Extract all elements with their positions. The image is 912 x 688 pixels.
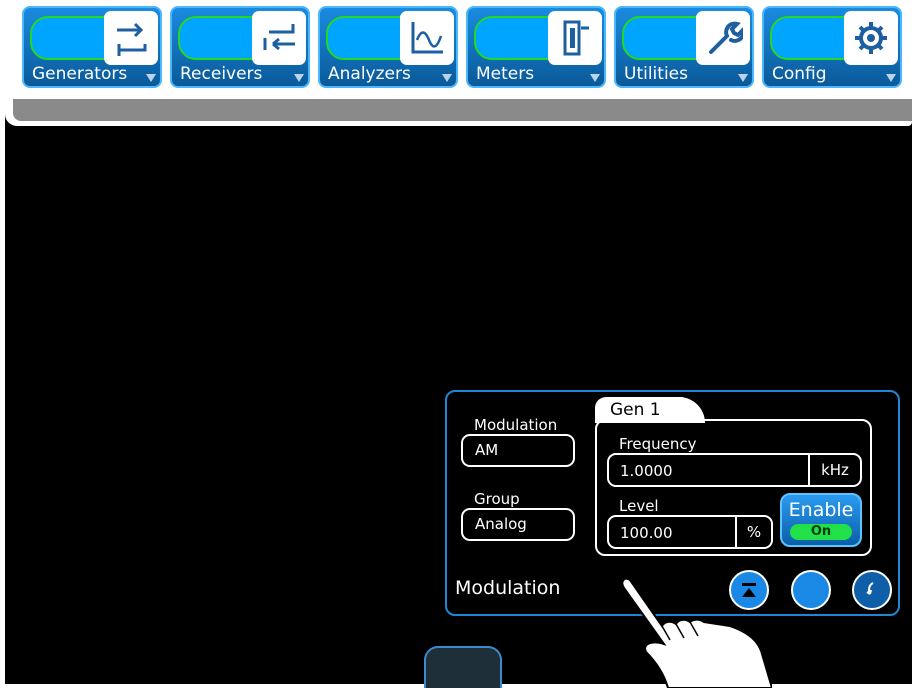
tab-label: Meters xyxy=(476,64,535,84)
bottom-drawer-tab[interactable] xyxy=(424,646,502,688)
wrench-icon xyxy=(696,11,750,65)
group-select[interactable]: Analog xyxy=(461,508,575,541)
chevron-down-icon xyxy=(146,74,156,82)
enable-toggle-button[interactable]: Enable On xyxy=(780,493,862,547)
enable-state-indicator: On xyxy=(790,524,852,540)
waveform-graph-icon xyxy=(400,11,454,65)
frequency-field[interactable]: 1.0000 kHz xyxy=(607,453,862,487)
meter-icon xyxy=(548,11,602,65)
modulation-type-select[interactable]: AM xyxy=(461,434,575,467)
gear-icon xyxy=(844,11,898,65)
tab-gen-1[interactable]: Gen 1 xyxy=(595,397,705,423)
chevron-down-icon xyxy=(442,74,452,82)
gen-tab-label: Gen 1 xyxy=(610,400,661,420)
top-menu-status-strip xyxy=(13,99,912,121)
tab-receivers[interactable]: Receivers xyxy=(170,6,310,88)
tab-config[interactable]: Config xyxy=(762,6,902,88)
tab-label: Analyzers xyxy=(328,64,411,84)
group-value: Analog xyxy=(475,515,527,533)
tab-analyzers[interactable]: Analyzers xyxy=(318,6,458,88)
frequency-value: 1.0000 xyxy=(620,462,673,480)
tab-meters[interactable]: Meters xyxy=(466,6,606,88)
tab-label: Utilities xyxy=(624,64,688,84)
level-value: 100.00 xyxy=(620,524,673,542)
frequency-label: Frequency xyxy=(619,435,697,453)
group-label: Group xyxy=(474,490,520,508)
panel-title: Modulation xyxy=(455,577,561,599)
frequency-unit-button[interactable]: kHz xyxy=(808,455,860,485)
modulation-type-value: AM xyxy=(475,441,499,459)
circle-button[interactable] xyxy=(791,570,831,610)
level-field[interactable]: 100.00 % xyxy=(607,515,773,549)
chevron-down-icon xyxy=(294,74,304,82)
level-label: Level xyxy=(619,497,659,515)
help-button[interactable] xyxy=(852,570,892,610)
tab-utilities[interactable]: Utilities xyxy=(614,6,754,88)
pointing-hand-icon xyxy=(621,577,772,688)
tab-generators[interactable]: Generators xyxy=(22,6,162,88)
tab-label: Generators xyxy=(32,64,128,84)
chevron-down-icon xyxy=(886,74,896,82)
chevron-down-icon xyxy=(738,74,748,82)
enable-label: Enable xyxy=(788,499,854,521)
chevron-down-icon xyxy=(590,74,600,82)
tab-label: Config xyxy=(772,64,827,84)
tab-label: Receivers xyxy=(180,64,263,84)
help-icon xyxy=(866,582,874,595)
level-unit-button[interactable]: % xyxy=(735,517,771,547)
generators-arrows-icon xyxy=(104,11,158,65)
modulation-label: Modulation xyxy=(474,416,558,434)
receivers-arrows-icon xyxy=(252,11,306,65)
